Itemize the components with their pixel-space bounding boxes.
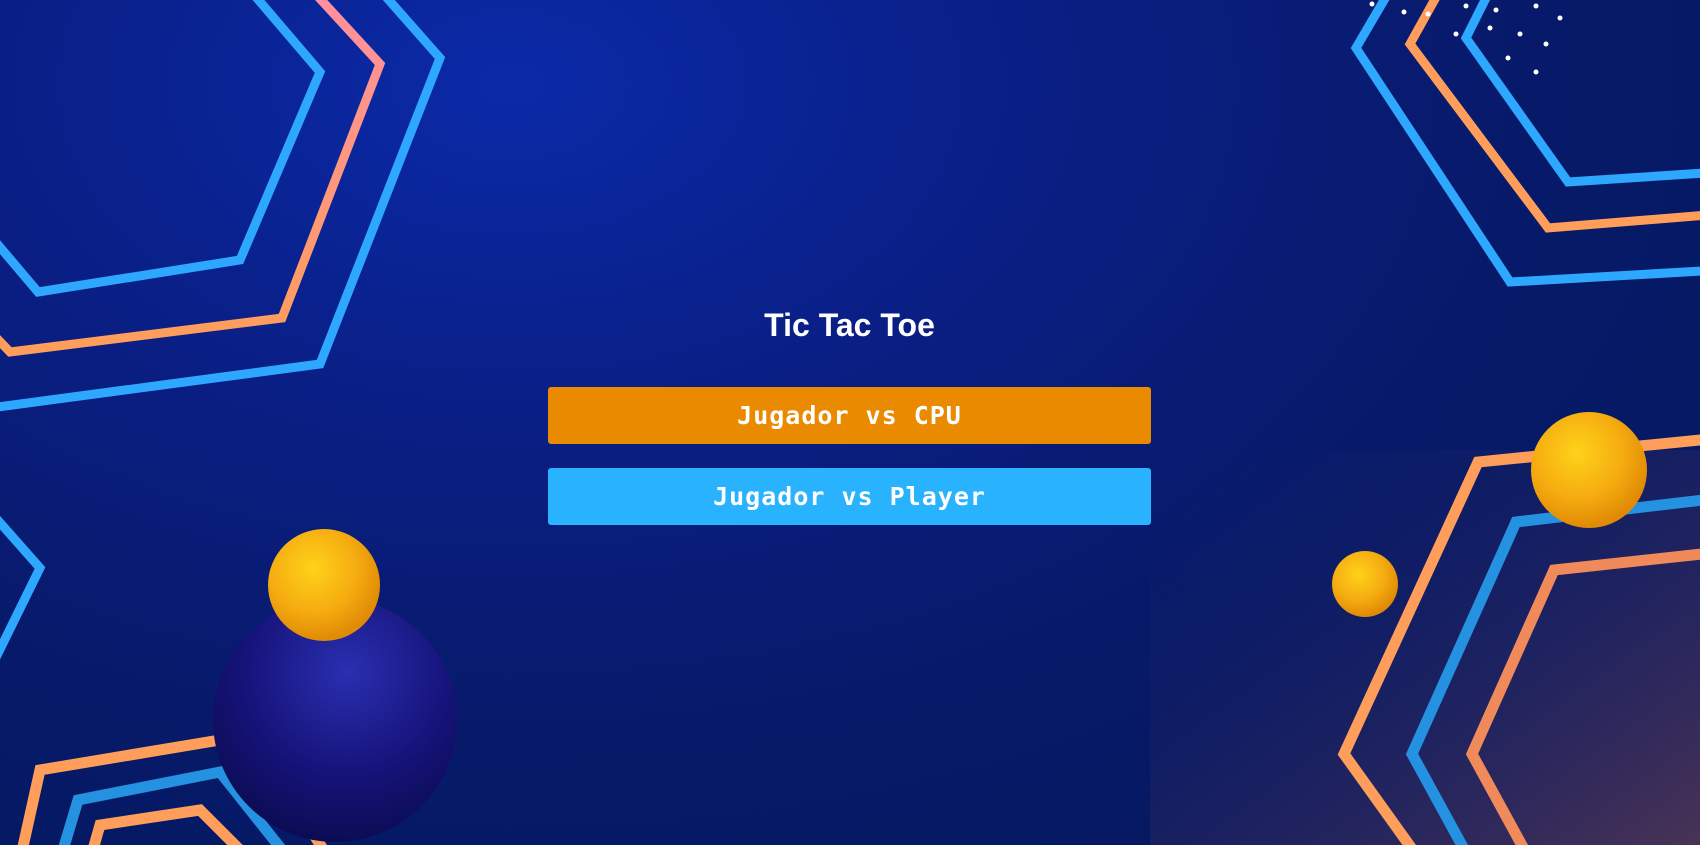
player-vs-player-button[interactable]: Jugador vs Player	[548, 468, 1151, 525]
hexagon-left-edge	[0, 515, 46, 660]
main-menu: Tic Tac Toe Jugador vs CPU Jugador vs Pl…	[548, 300, 1151, 525]
orange-ball-right-small	[1332, 551, 1398, 617]
player-vs-cpu-button[interactable]: Jugador vs CPU	[548, 387, 1151, 444]
hexagon-top-left	[0, 0, 446, 412]
hexagon-top-right	[1350, 0, 1700, 287]
game-title: Tic Tac Toe	[764, 307, 935, 343]
orange-ball-right-large	[1531, 412, 1647, 528]
orange-ball-left	[268, 529, 380, 641]
